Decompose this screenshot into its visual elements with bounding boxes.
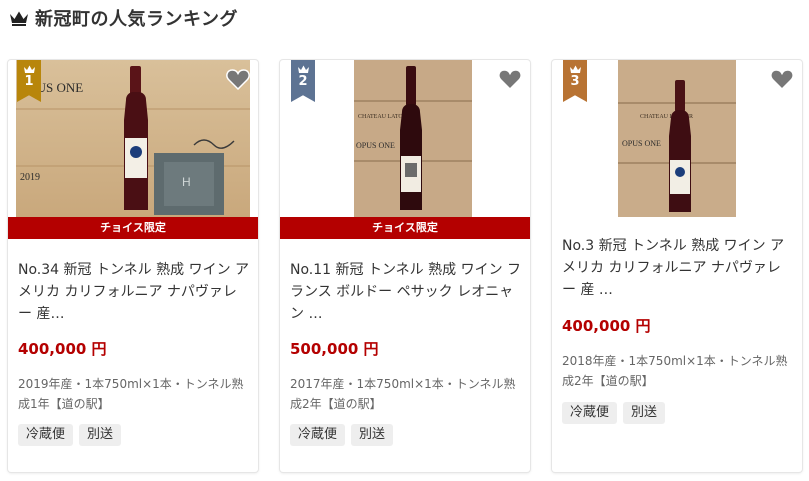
product-price: 400,000 円 [562, 317, 651, 335]
tag-separate-shipping: 別送 [351, 424, 394, 446]
product-title[interactable]: No.11 新冠 トンネル 熟成 ワイン フランス ボルドー ペサック レオニャ… [290, 259, 522, 325]
choice-limited-band: チョイス限定 [8, 217, 258, 239]
choice-limited-band: チョイス限定 [280, 217, 530, 239]
product-image[interactable]: OPUS ONE 2019 H [16, 60, 250, 217]
rank-number: 2 [298, 74, 308, 89]
product-image[interactable]: CHATEAU LATOUR OPUS ONE [288, 60, 522, 217]
box-letter: H [182, 175, 191, 189]
tag-refrigerated: 冷蔵便 [18, 424, 74, 446]
heart-icon[interactable] [226, 68, 250, 90]
crate-label: OPUS ONE [622, 139, 661, 148]
product-image[interactable]: CHATEAU LATOUR OPUS ONE [560, 60, 794, 217]
crown-icon [10, 11, 28, 26]
crown-icon [23, 65, 35, 73]
heart-icon[interactable] [498, 68, 522, 90]
tag-separate-shipping: 別送 [623, 402, 666, 424]
ranking-card-3[interactable]: CHATEAU LATOUR OPUS ONE 3 No.3 新冠 トンネル 熟… [552, 60, 802, 472]
page-title: 新冠町の人気ランキング [35, 9, 238, 30]
ranking-header: 新冠町の人気ランキング [9, 4, 238, 32]
tag-refrigerated: 冷蔵便 [562, 402, 618, 424]
tag-refrigerated: 冷蔵便 [290, 424, 346, 446]
product-price: 500,000 円 [290, 340, 379, 358]
rank-number: 1 [24, 74, 34, 89]
product-description: 2018年産・1本750ml×1本・トンネル熟成2年【道の駅】 [562, 354, 788, 388]
product-description: 2019年産・1本750ml×1本・トンネル熟成1年【道の駅】 [18, 377, 244, 411]
ranking-card-2[interactable]: CHATEAU LATOUR OPUS ONE 2 チョイス限定 No.11 新… [280, 60, 530, 472]
product-price: 400,000 円 [18, 340, 107, 358]
tag-list: 冷蔵便 別送 [290, 424, 394, 446]
ranking-card-1[interactable]: OPUS ONE 2019 H 1 チョイス限定 No.34 新冠 トンネル 熟… [8, 60, 258, 472]
crate-label: OPUS ONE [356, 141, 395, 150]
heart-icon[interactable] [770, 68, 794, 90]
product-title[interactable]: No.34 新冠 トンネル 熟成 ワイン アメリカ カリフォルニア ナパヴァレー… [18, 259, 250, 325]
tag-list: 冷蔵便 別送 [562, 402, 666, 424]
crate-year: 2019 [20, 172, 40, 183]
crown-icon [297, 65, 309, 73]
product-description: 2017年産・1本750ml×1本・トンネル熟成2年【道の駅】 [290, 377, 516, 411]
crown-icon [569, 65, 581, 73]
rank-number: 3 [570, 74, 580, 89]
product-title[interactable]: No.3 新冠 トンネル 熟成 ワイン アメリカ カリフォルニア ナパヴァレー … [562, 235, 794, 301]
tag-list: 冷蔵便 別送 [18, 424, 122, 446]
tag-separate-shipping: 別送 [79, 424, 122, 446]
